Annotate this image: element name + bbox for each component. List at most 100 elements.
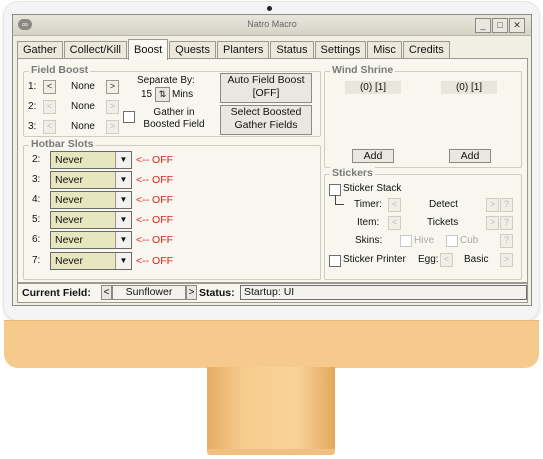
timer-help-button[interactable]: ? [500,198,513,212]
skins-help-button[interactable]: ? [500,234,513,248]
field-boost-title: Field Boost [29,64,91,76]
separate-by-stepper-icon[interactable]: ⇅ [155,87,170,102]
separate-by-value[interactable]: 15 [141,89,152,100]
chevron-down-icon[interactable]: ▼ [115,152,131,168]
select-boosted-label-line1: Select Boosted [230,106,302,118]
sticker-printer-label: Sticker Printer [343,254,406,265]
item-label: Item: [357,217,380,228]
hotbar-7-value: Never [55,255,84,267]
gather-in-boosted-label-line1: Gather in [153,107,195,118]
hotbar-6-label: 6: [32,234,41,245]
app-window: ∞ Natro Macro _ □ ✕ Gather Collect/Kill … [12,14,532,306]
boost-slot-1-value: None [71,81,95,92]
hotbar-7-status: <-- OFF [136,255,174,267]
minimize-button[interactable]: _ [475,18,491,33]
field-boost-group: Field Boost 1: < None > 2: < None > 3: <… [23,64,321,137]
sticker-printer-checkbox[interactable] [329,255,341,267]
imac-stand [207,367,335,451]
separate-by-label: Separate By: [137,75,195,86]
detect-next-button[interactable]: > [486,198,499,212]
tab-boost[interactable]: Boost [128,39,169,60]
wind-shrine-title: Wind Shrine [330,64,396,76]
wind-shrine-right-value: (0) [1] [441,81,497,94]
chevron-down-icon[interactable]: ▼ [115,172,131,188]
hotbar-5-value: Never [55,214,84,226]
chevron-down-icon[interactable]: ▼ [115,253,131,269]
boost-slot-1-label: 1: [28,81,37,92]
hotbar-2-label: 2: [32,154,41,165]
hotbar-6-value: Never [55,234,84,246]
item-prev-button[interactable]: < [388,216,401,230]
tab-misc[interactable]: Misc [367,41,402,59]
boost-slot-1-prev-button[interactable]: < [43,80,56,94]
tab-quests[interactable]: Quests [169,41,216,59]
gather-in-boosted-label-line2: Boosted Field [143,119,205,130]
timer-prev-button[interactable]: < [388,198,401,212]
mins-label: Mins [172,89,194,100]
tab-settings[interactable]: Settings [314,41,367,59]
current-field-next-button[interactable]: > [186,285,197,300]
timer-label: Timer: [354,199,382,210]
cub-label: Cub [460,235,479,246]
hotbar-2-dropdown[interactable]: Never ▼ [50,151,132,169]
hotbar-5-dropdown[interactable]: Never ▼ [50,211,132,229]
hotbar-3-value: Never [55,174,84,186]
cub-checkbox[interactable] [446,235,458,247]
chevron-down-icon[interactable]: ▼ [115,212,131,228]
boost-slot-3-value: None [71,121,95,132]
hotbar-6-status: <-- OFF [136,234,174,246]
egg-prev-button[interactable]: < [440,253,453,267]
select-boosted-label-line2: Gather Fields [234,119,298,131]
hotbar-2-value: Never [55,154,84,166]
boost-slot-2-prev-button[interactable]: < [43,100,56,114]
boost-slot-3-next-button[interactable]: > [106,120,119,134]
boost-slot-2-value: None [71,101,95,112]
wind-shrine-add-left-button[interactable]: Add [352,149,394,163]
hive-label: Hive [414,235,435,246]
item-help-button[interactable]: ? [500,216,513,230]
stickers-title: Stickers [330,167,375,179]
tab-gather[interactable]: Gather [17,41,63,59]
chevron-down-icon[interactable]: ▼ [115,232,131,248]
hotbar-4-dropdown[interactable]: Never ▼ [50,191,132,209]
gather-in-boosted-checkbox[interactable] [123,111,135,123]
egg-next-button[interactable]: > [500,253,513,267]
tab-planters[interactable]: Planters [217,41,270,59]
hotbar-2-status: <-- OFF [136,154,174,166]
hotbar-4-status: <-- OFF [136,194,174,206]
camera-dot [267,6,272,11]
tab-status[interactable]: Status [270,41,314,59]
select-boosted-fields-button[interactable]: Select Boosted Gather Fields [220,105,312,135]
imac-chin [4,320,539,368]
current-field-label: Current Field: [22,287,91,299]
hotbar-4-value: Never [55,194,84,206]
current-field-value: Sunflower [112,285,186,300]
basic-label: Basic [464,254,489,265]
tree-connector [335,195,344,205]
hotbar-6-dropdown[interactable]: Never ▼ [50,231,132,249]
egg-label: Egg: [418,254,439,265]
close-button[interactable]: ✕ [509,18,525,33]
current-field-prev-button[interactable]: < [101,285,112,300]
hotbar-3-dropdown[interactable]: Never ▼ [50,171,132,189]
maximize-button[interactable]: □ [492,18,508,33]
boost-slot-1-next-button[interactable]: > [106,80,119,94]
hive-checkbox[interactable] [400,235,412,247]
hotbar-7-dropdown[interactable]: Never ▼ [50,252,132,270]
boost-slot-3-prev-button[interactable]: < [43,120,56,134]
hotbar-7-label: 7: [32,255,41,266]
auto-field-boost-button[interactable]: Auto Field Boost [OFF] [220,73,312,103]
tickets-label: Tickets [427,217,459,228]
sticker-stack-label: Sticker Stack [343,183,402,194]
tab-collect-kill[interactable]: Collect/Kill [63,41,127,59]
wind-shrine-add-right-button[interactable]: Add [449,149,491,163]
item-next-button[interactable]: > [486,216,499,230]
imac-foot [207,449,335,455]
chevron-down-icon[interactable]: ▼ [115,192,131,208]
tab-credits[interactable]: Credits [402,41,450,59]
boost-panel: Field Boost 1: < None > 2: < None > 3: <… [17,58,528,283]
hotbar-4-label: 4: [32,194,41,205]
wind-shrine-group: Wind Shrine (0) [1] (0) [1] Add Add [324,64,522,168]
stickers-group: Stickers Sticker Stack Timer: < Detect >… [324,167,522,280]
boost-slot-2-next-button[interactable]: > [106,100,119,114]
